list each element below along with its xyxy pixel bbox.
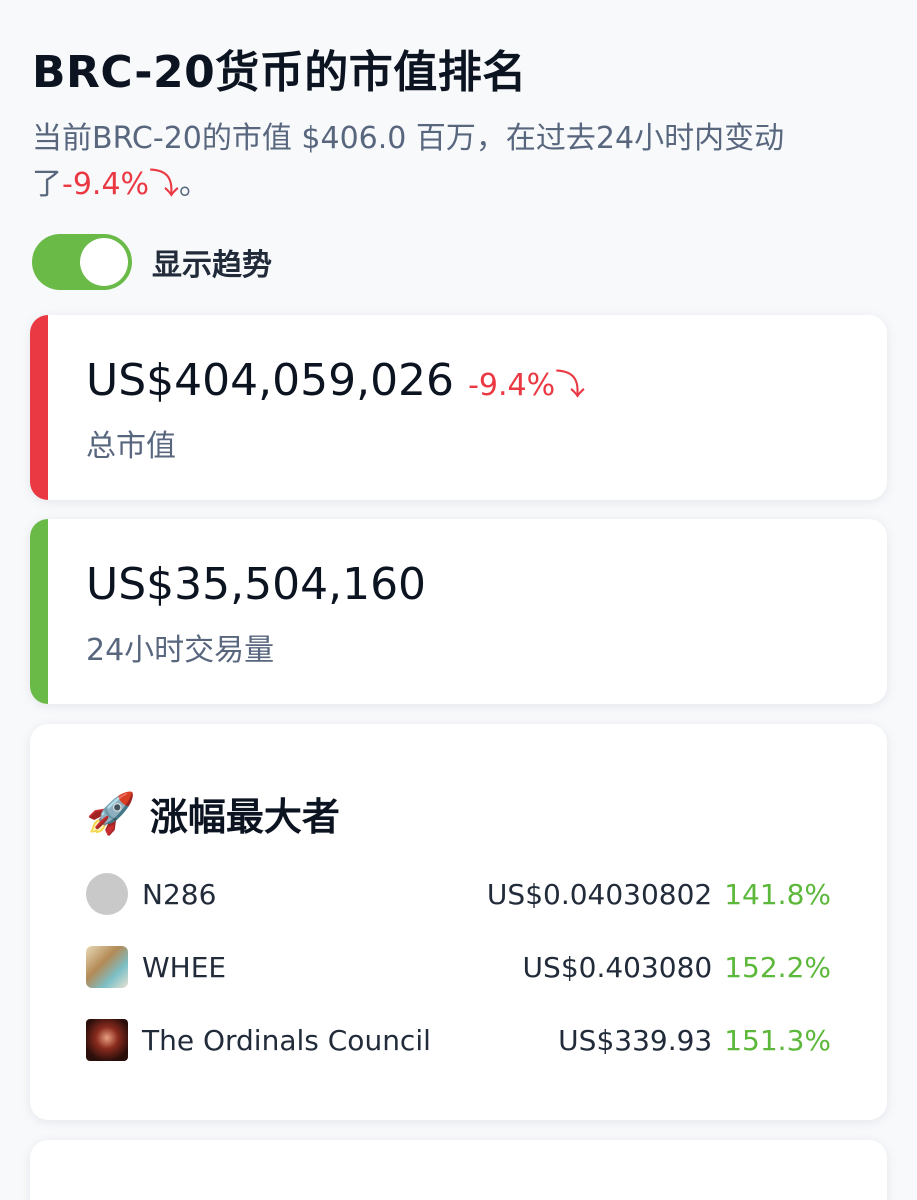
show-trend-row: 显示趋势 [32, 234, 272, 290]
gainer-name[interactable]: N286 [142, 878, 487, 911]
n286-coin-icon [86, 873, 128, 915]
show-trend-label: 显示趋势 [152, 248, 272, 283]
market-cap-caption: 总市值 [86, 429, 176, 464]
ordinals-council-coin-icon [86, 1019, 128, 1061]
top-gainers-label: 涨幅最大者 [149, 795, 340, 839]
card-accent-red [30, 315, 48, 500]
gainer-row[interactable]: WHEE US$0.403080 152.2% [86, 939, 831, 995]
top-gainers-title: 🚀 涨幅最大者 [86, 786, 340, 841]
card-accent-green [30, 519, 48, 704]
gainer-name[interactable]: The Ordinals Council [142, 1024, 558, 1057]
page-title: BRC-20货币的市值排名 [32, 47, 527, 98]
gainer-row[interactable]: N286 US$0.04030802 141.8% [86, 866, 831, 922]
whee-coin-icon [86, 946, 128, 988]
volume-card: US$35,504,160 24小时交易量 [30, 519, 887, 704]
next-card [30, 1140, 887, 1200]
gainer-price: US$0.04030802 [486, 877, 713, 911]
gainer-change: 151.3% [724, 1023, 831, 1057]
volume-caption: 24小时交易量 [86, 633, 275, 668]
market-cap-value: US$404,059,026 [86, 355, 455, 406]
gainer-price: US$339.93 [558, 1023, 713, 1057]
summary-end: 。 [179, 167, 210, 202]
gainer-price: US$0.403080 [522, 950, 713, 984]
gainer-change: 152.2% [724, 950, 831, 984]
summary-change: -9.4%⤵ [62, 167, 180, 202]
market-summary: 当前BRC-20的市值 $406.0 百万，在过去24小时内变动了-9.4%⤵。 [32, 116, 852, 208]
volume-value: US$35,504,160 [86, 559, 427, 610]
top-gainers-card: 🚀 涨幅最大者 N286 US$0.04030802 141.8% WHEE U… [30, 724, 887, 1120]
toggle-knob [80, 238, 128, 286]
market-cap-value-row: US$404,059,026 -9.4%⤵ [86, 355, 585, 406]
page: BRC-20货币的市值排名 当前BRC-20的市值 $406.0 百万，在过去2… [0, 0, 917, 1200]
market-cap-card: US$404,059,026 -9.4%⤵ 总市值 [30, 315, 887, 500]
show-trend-toggle[interactable] [32, 234, 132, 290]
market-cap-change: -9.4%⤵ [468, 368, 586, 403]
gainer-change: 141.8% [724, 877, 831, 911]
rocket-icon: 🚀 [86, 791, 136, 837]
gainer-row[interactable]: The Ordinals Council US$339.93 151.3% [86, 1012, 831, 1068]
gainer-name[interactable]: WHEE [142, 951, 523, 984]
